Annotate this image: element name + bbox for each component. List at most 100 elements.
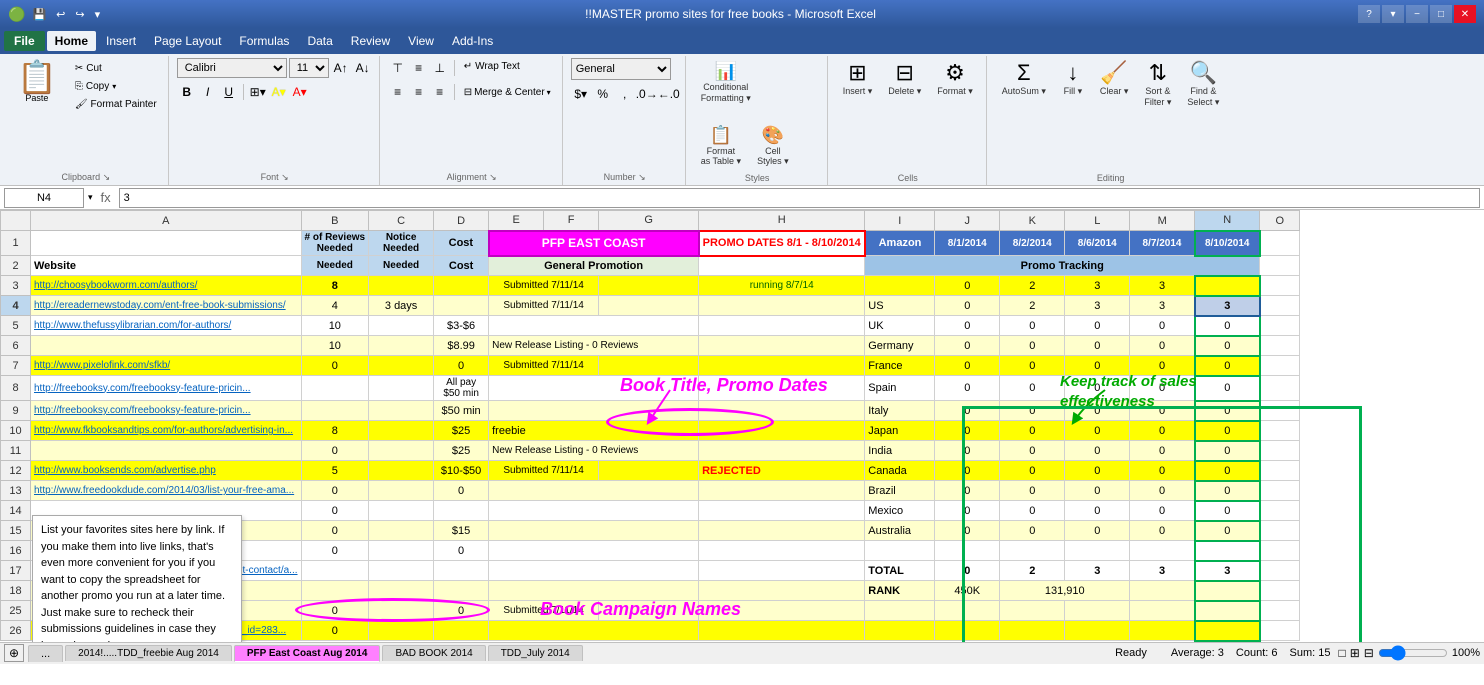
copy-button[interactable]: ⎘ Copy ▾: [70, 78, 162, 95]
cell-l5[interactable]: 0: [1065, 316, 1130, 336]
cell-c9[interactable]: [369, 401, 434, 421]
cell-o14[interactable]: [1260, 501, 1300, 521]
cell-n26[interactable]: [1195, 621, 1260, 641]
cell-d8[interactable]: All pay$50 min: [434, 376, 489, 401]
cell-h7[interactable]: [699, 356, 865, 376]
number-format-selector[interactable]: General: [571, 58, 671, 80]
bold-button[interactable]: B: [177, 82, 197, 102]
cell-b15[interactable]: 0: [301, 521, 369, 541]
cell-k14[interactable]: 0: [1000, 501, 1065, 521]
cell-m4[interactable]: 3: [1130, 296, 1195, 316]
comma-btn[interactable]: ,: [615, 84, 635, 104]
cell-k5[interactable]: 0: [1000, 316, 1065, 336]
cell-b9[interactable]: [301, 401, 369, 421]
cell-c6[interactable]: [369, 336, 434, 356]
cell-styles-button[interactable]: 🎨 CellStyles ▾: [750, 122, 796, 172]
cell-a10[interactable]: http://www.fkbooksandtips.com/for-author…: [31, 421, 302, 441]
cell-l13[interactable]: 0: [1065, 481, 1130, 501]
cell-c7[interactable]: [369, 356, 434, 376]
cell-i9[interactable]: Italy: [865, 401, 935, 421]
cell-h10[interactable]: [699, 421, 865, 441]
col-header-i[interactable]: I: [865, 211, 935, 231]
cell-c11[interactable]: [369, 441, 434, 461]
cell-k3[interactable]: 2: [1000, 276, 1065, 296]
cell-o11[interactable]: [1260, 441, 1300, 461]
font-name-selector[interactable]: Calibri: [177, 58, 287, 78]
cell-a2[interactable]: Website: [31, 256, 302, 276]
find-select-button[interactable]: 🔍 Find &Select ▾: [1180, 58, 1226, 112]
cell-c12[interactable]: [369, 461, 434, 481]
cell-j26[interactable]: [935, 621, 1000, 641]
cell-d1[interactable]: Cost: [434, 231, 489, 256]
cell-d26[interactable]: [434, 621, 489, 641]
sheet-tab-dots[interactable]: ...: [28, 645, 63, 662]
cell-a6[interactable]: [31, 336, 302, 356]
cell-d9[interactable]: $50 min: [434, 401, 489, 421]
cell-i7[interactable]: France: [865, 356, 935, 376]
top-align-btn[interactable]: ⊤: [388, 58, 408, 78]
cell-i1[interactable]: Amazon: [865, 231, 935, 256]
cell-n9[interactable]: 0: [1195, 401, 1260, 421]
row-header-15[interactable]: 15: [1, 521, 31, 541]
clear-button[interactable]: 🧹 Clear ▾: [1093, 58, 1136, 101]
cell-k16[interactable]: [1000, 541, 1065, 561]
col-header-h[interactable]: H: [699, 211, 865, 231]
minimize-btn[interactable]: −: [1406, 5, 1428, 23]
quick-access-more[interactable]: ▾: [92, 6, 104, 23]
cell-b17[interactable]: [301, 561, 369, 581]
cell-k15[interactable]: 0: [1000, 521, 1065, 541]
cell-c14[interactable]: [369, 501, 434, 521]
wrap-text-button[interactable]: ↵ Wrap Text: [459, 58, 525, 75]
cell-c10[interactable]: [369, 421, 434, 441]
page-break-view-btn[interactable]: ⊟: [1364, 646, 1374, 660]
align-right-btn[interactable]: ≡: [430, 82, 450, 102]
cell-i25[interactable]: [865, 601, 935, 621]
cell-o1[interactable]: [1260, 231, 1300, 256]
format-as-table-button[interactable]: 📋 Formatas Table ▾: [694, 122, 748, 172]
formulas-menu[interactable]: Formulas: [231, 31, 297, 51]
cell-c26[interactable]: [369, 621, 434, 641]
cell-k4[interactable]: 2: [1000, 296, 1065, 316]
cell-o17[interactable]: [1260, 561, 1300, 581]
cell-efg11[interactable]: New Release Listing - 0 Reviews: [489, 441, 699, 461]
cell-n13[interactable]: 0: [1195, 481, 1260, 501]
paste-button[interactable]: 📋 Paste: [10, 58, 64, 106]
conditional-formatting-button[interactable]: 📊 ConditionalFormatting ▾: [694, 58, 758, 108]
cell-m5[interactable]: 0: [1130, 316, 1195, 336]
row-header-17[interactable]: 17: [1, 561, 31, 581]
row-header-14[interactable]: 14: [1, 501, 31, 521]
merge-center-button[interactable]: ⊟ Merge & Center ▾: [459, 82, 556, 102]
cell-a1[interactable]: [31, 231, 302, 256]
cell-m13[interactable]: 0: [1130, 481, 1195, 501]
cell-n18[interactable]: [1195, 581, 1260, 601]
increase-decimal-btn[interactable]: .0→: [637, 84, 657, 104]
cell-b3[interactable]: 8: [301, 276, 369, 296]
cell-o25[interactable]: [1260, 601, 1300, 621]
cell-n8[interactable]: 0: [1195, 376, 1260, 401]
cell-n15[interactable]: 0: [1195, 521, 1260, 541]
cell-j15[interactable]: 0: [935, 521, 1000, 541]
cell-o2[interactable]: [1260, 256, 1300, 276]
save-quick-btn[interactable]: 💾: [29, 6, 49, 23]
cell-h2[interactable]: [699, 256, 865, 276]
cell-h5[interactable]: [699, 316, 865, 336]
cell-m17[interactable]: 3: [1130, 561, 1195, 581]
cell-efg26[interactable]: [489, 621, 699, 641]
insert-button[interactable]: ⊞ Insert ▾: [836, 58, 880, 101]
cell-c15[interactable]: [369, 521, 434, 541]
cell-c25[interactable]: [369, 601, 434, 621]
cell-l11[interactable]: 0: [1065, 441, 1130, 461]
cell-o4[interactable]: [1260, 296, 1300, 316]
cell-d6[interactable]: $8.99: [434, 336, 489, 356]
undo-quick-btn[interactable]: ↩: [53, 6, 68, 23]
col-header-c[interactable]: C: [369, 211, 434, 231]
cell-c17[interactable]: [369, 561, 434, 581]
cell-d16[interactable]: 0: [434, 541, 489, 561]
align-center-btn[interactable]: ≡: [409, 82, 429, 102]
cell-i26[interactable]: [865, 621, 935, 641]
cell-h16[interactable]: [699, 541, 865, 561]
sort-filter-button[interactable]: ⇅ Sort &Filter ▾: [1137, 58, 1178, 112]
cell-j13[interactable]: 0: [935, 481, 1000, 501]
row-header-2[interactable]: 2: [1, 256, 31, 276]
cell-k10[interactable]: 0: [1000, 421, 1065, 441]
